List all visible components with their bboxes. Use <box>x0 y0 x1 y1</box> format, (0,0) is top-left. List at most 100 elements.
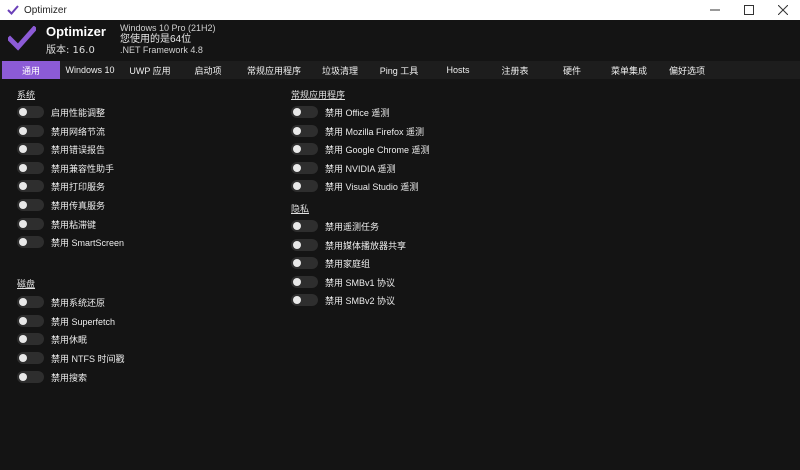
toggle-switch[interactable] <box>17 371 44 383</box>
option-label: 禁用兼容性助手 <box>51 163 115 174</box>
tab-windows10[interactable]: Windows 10 <box>60 61 120 79</box>
option-row[interactable]: 禁用 SmartScreen <box>17 235 124 249</box>
option-row[interactable]: 启用性能调整 <box>17 105 105 119</box>
toggle-switch[interactable] <box>17 125 44 137</box>
app-check-icon <box>6 3 20 17</box>
option-row[interactable]: 禁用搜索 <box>17 370 87 384</box>
toggle-switch[interactable] <box>17 106 44 118</box>
toggle-switch[interactable] <box>17 315 44 327</box>
option-row[interactable]: 禁用 SMBv1 协议 <box>291 275 395 289</box>
section-title-privacy: 隐私 <box>291 204 310 214</box>
tab-hosts[interactable]: Hosts <box>430 61 486 79</box>
toggle-switch[interactable] <box>17 218 44 230</box>
tab-cleaner[interactable]: 垃圾清理 <box>312 61 368 79</box>
option-row[interactable]: 禁用 NTFS 时间戳 <box>17 351 125 365</box>
option-label: 禁用 SMBv2 协议 <box>325 295 396 306</box>
option-row[interactable]: 禁用 Google Chrome 遥测 <box>291 142 430 156</box>
general-tab-content: 系统 启用性能调整 禁用网络节流 禁用错误报告 禁用兼容性助手 禁用打印服务 禁… <box>0 80 800 470</box>
option-label: 禁用打印服务 <box>51 181 106 192</box>
app-name: Optimizer <box>46 24 106 39</box>
toggle-switch[interactable] <box>17 162 44 174</box>
section-title-system: 系统 <box>17 90 36 100</box>
option-label: 禁用 NVIDIA 遥测 <box>325 163 396 174</box>
toggle-switch[interactable] <box>291 106 318 118</box>
tab-preferences[interactable]: 偏好选项 <box>658 61 716 79</box>
toggle-switch[interactable] <box>291 257 318 269</box>
window-controls <box>698 0 800 20</box>
option-label: 禁用 SmartScreen <box>51 237 125 248</box>
option-label: 禁用传真服务 <box>51 200 106 211</box>
option-row[interactable]: 禁用 Superfetch <box>17 314 115 328</box>
toggle-switch[interactable] <box>17 199 44 211</box>
toggle-switch[interactable] <box>291 162 318 174</box>
tab-registry[interactable]: 注册表 <box>486 61 544 79</box>
option-row[interactable]: 禁用 Visual Studio 遥测 <box>291 179 418 193</box>
system-info: Windows 10 Pro (21H2) 您使用的是64位 .NET Fram… <box>120 23 216 56</box>
maximize-icon[interactable] <box>732 0 766 20</box>
section-title-common-apps: 常规应用程序 <box>291 90 346 100</box>
tab-startup[interactable]: 启动项 <box>180 61 236 79</box>
minimize-icon[interactable] <box>698 0 732 20</box>
option-label: 禁用 Office 遥测 <box>325 107 390 118</box>
option-row[interactable]: 禁用错误报告 <box>17 142 105 156</box>
option-row[interactable]: 禁用粘滞键 <box>17 217 96 231</box>
option-row[interactable]: 禁用 Office 遥测 <box>291 105 389 119</box>
title-bar: Optimizer <box>0 0 800 20</box>
option-row[interactable]: 禁用网络节流 <box>17 124 105 138</box>
tab-uwp-apps[interactable]: UWP 应用 <box>120 61 180 79</box>
option-label: 禁用网络节流 <box>51 126 106 137</box>
toggle-switch[interactable] <box>17 143 44 155</box>
toggle-switch[interactable] <box>291 180 318 192</box>
tab-ping-tool[interactable]: Ping 工具 <box>368 61 430 79</box>
toggle-switch[interactable] <box>17 236 44 248</box>
option-row[interactable]: 禁用系统还原 <box>17 295 105 309</box>
option-row[interactable]: 禁用休眠 <box>17 332 87 346</box>
option-label: 禁用 Google Chrome 遥测 <box>325 144 430 155</box>
app-version: 版本: 16.0 <box>46 45 95 56</box>
option-row[interactable]: 禁用 NVIDIA 遥测 <box>291 161 396 175</box>
logo-check-icon <box>6 25 38 52</box>
option-label: 禁用搜索 <box>51 372 88 383</box>
close-icon[interactable] <box>766 0 800 20</box>
toggle-switch[interactable] <box>17 296 44 308</box>
option-row[interactable]: 禁用打印服务 <box>17 179 105 193</box>
option-row[interactable]: 禁用兼容性助手 <box>17 161 114 175</box>
toggle-switch[interactable] <box>291 143 318 155</box>
tab-common-apps[interactable]: 常规应用程序 <box>236 61 312 79</box>
option-row[interactable]: 禁用遥测任务 <box>291 219 379 233</box>
option-label: 禁用 SMBv1 协议 <box>325 277 396 288</box>
option-label: 禁用粘滞键 <box>51 219 97 230</box>
tab-hardware[interactable]: 硬件 <box>544 61 600 79</box>
toggle-switch[interactable] <box>17 352 44 364</box>
option-row[interactable]: 禁用家庭组 <box>291 256 370 270</box>
option-label: 禁用家庭组 <box>325 258 371 269</box>
option-row[interactable]: 禁用媒体播放器共享 <box>291 238 406 252</box>
option-label: 禁用 Mozilla Firefox 遥测 <box>325 126 425 137</box>
tab-bar: 通用 Windows 10 UWP 应用 启动项 常规应用程序 垃圾清理 Pin… <box>0 61 800 79</box>
os-version: Windows 10 Pro (21H2) <box>120 23 216 33</box>
option-label: 启用性能调整 <box>51 107 106 118</box>
framework-version: .NET Framework 4.8 <box>120 45 203 55</box>
option-label: 禁用 NTFS 时间戳 <box>51 353 125 364</box>
toggle-switch[interactable] <box>291 276 318 288</box>
section-title-disk: 磁盘 <box>17 279 36 289</box>
toggle-switch[interactable] <box>291 125 318 137</box>
toggle-switch[interactable] <box>17 180 44 192</box>
toggle-switch[interactable] <box>291 239 318 251</box>
option-row[interactable]: 禁用传真服务 <box>17 198 105 212</box>
option-label: 禁用 Visual Studio 遥测 <box>325 181 419 192</box>
option-row[interactable]: 禁用 SMBv2 协议 <box>291 293 395 307</box>
option-row[interactable]: 禁用 Mozilla Firefox 遥测 <box>291 124 424 138</box>
option-label: 禁用系统还原 <box>51 297 106 308</box>
toggle-switch[interactable] <box>17 333 44 345</box>
tab-general[interactable]: 通用 <box>2 61 60 79</box>
toggle-switch[interactable] <box>291 220 318 232</box>
option-label: 禁用媒体播放器共享 <box>325 240 407 251</box>
tab-menu-integration[interactable]: 菜单集成 <box>600 61 658 79</box>
toggle-switch[interactable] <box>291 294 318 306</box>
window-title: Optimizer <box>24 4 67 16</box>
option-label: 禁用 Superfetch <box>51 316 116 327</box>
option-label: 禁用错误报告 <box>51 144 106 155</box>
option-label: 禁用遥测任务 <box>325 221 380 232</box>
app-header: Optimizer 版本: 16.0 Windows 10 Pro (21H2)… <box>0 20 800 60</box>
